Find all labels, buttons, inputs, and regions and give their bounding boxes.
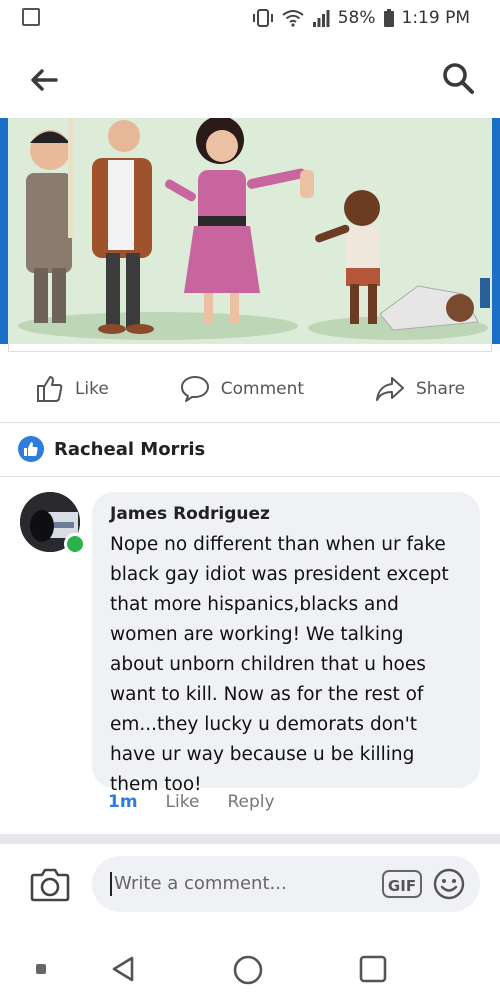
comment-like-button[interactable]: Like <box>166 792 200 812</box>
comment-author[interactable]: James Rodriguez <box>110 504 462 524</box>
signal-icon <box>312 10 330 27</box>
emoji-icon[interactable] <box>432 867 466 901</box>
like-reaction-icon <box>18 436 44 462</box>
comment-composer[interactable]: Write a comment... GIF <box>92 856 480 912</box>
online-status-indicator <box>64 533 86 555</box>
reactor-name[interactable]: Racheal Morris <box>54 439 205 460</box>
like-button[interactable]: Like <box>35 374 109 404</box>
divider <box>0 422 500 423</box>
system-nav-bar <box>0 940 500 1000</box>
share-arrow-icon <box>375 377 404 401</box>
battery-icon <box>383 9 394 27</box>
comment-timestamp: 1m <box>108 792 138 812</box>
comment-reply-button[interactable]: Reply <box>227 792 274 812</box>
share-button[interactable]: Share <box>374 374 465 404</box>
comment-meta: 1m Like Reply <box>108 792 275 812</box>
composer-separator <box>0 834 500 844</box>
comment-text: Nope no different than when ur fake blac… <box>110 534 449 795</box>
comment-bubble-icon <box>180 376 209 402</box>
nav-recents-icon[interactable] <box>358 954 388 984</box>
image-footer <box>8 344 492 352</box>
comment-input[interactable]: Write a comment... <box>110 872 287 896</box>
thumbs-up-icon <box>36 376 63 402</box>
share-label: Share <box>415 379 466 399</box>
nav-home-icon[interactable] <box>232 954 264 986</box>
post-action-bar: Like Comment Share <box>0 362 500 416</box>
cartoon-illustration <box>18 118 490 340</box>
top-nav <box>0 50 500 110</box>
nav-back-icon[interactable] <box>108 954 138 984</box>
comment-bubble[interactable]: James Rodriguez Nope no different than w… <box>92 492 480 795</box>
divider <box>0 476 500 477</box>
clock: 1:19 PM <box>401 8 471 28</box>
gallery-notification-icon <box>22 8 40 26</box>
comment-button[interactable]: Comment <box>179 374 304 404</box>
wifi-icon <box>282 10 304 27</box>
back-arrow-icon[interactable] <box>26 62 62 98</box>
camera-icon[interactable] <box>30 866 70 902</box>
reaction-summary[interactable]: Racheal Morris <box>18 436 205 462</box>
search-icon[interactable] <box>440 60 476 96</box>
comment-label: Comment <box>220 379 305 399</box>
like-label: Like <box>74 379 109 399</box>
status-bar: 58% 1:19 PM <box>0 0 500 36</box>
battery-percent: 58% <box>337 8 376 28</box>
gif-button[interactable]: GIF <box>382 870 422 898</box>
post-image[interactable] <box>0 118 500 344</box>
nav-menu-dot-icon[interactable] <box>36 964 46 974</box>
vibrate-icon <box>252 9 273 27</box>
